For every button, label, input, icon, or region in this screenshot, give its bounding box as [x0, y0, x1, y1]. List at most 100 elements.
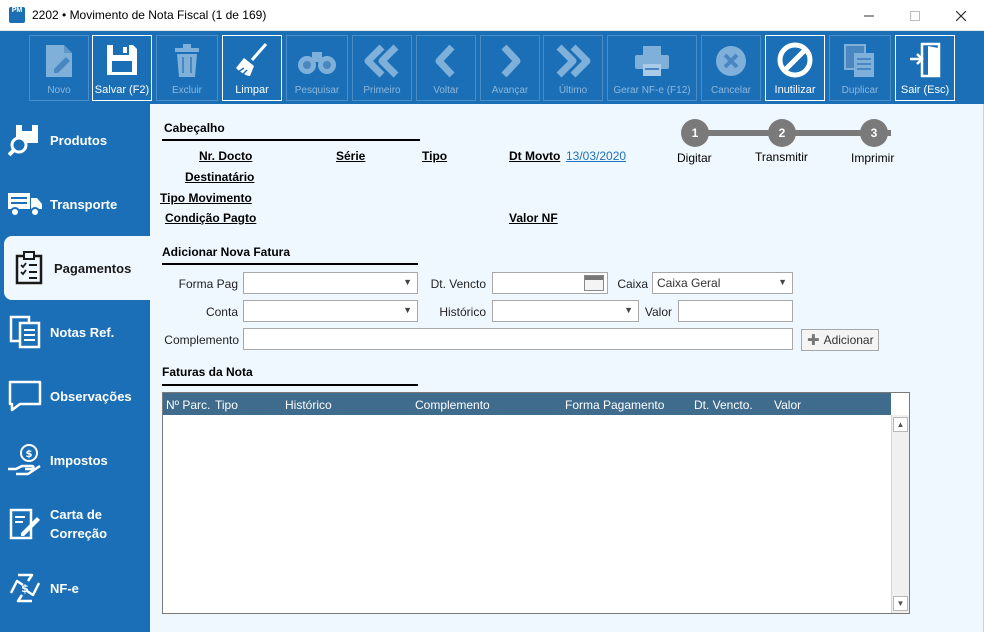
destinatario-label: Destinatário: [185, 170, 255, 184]
floppy-save-icon: [93, 36, 151, 84]
sidebar-item-observacoes[interactable]: Observações: [0, 364, 150, 428]
search-button[interactable]: Pesquisar: [286, 35, 348, 101]
duplicate-icon: [830, 36, 890, 85]
dt-movto-label: Dt Movto: [509, 149, 561, 163]
column-header-historico[interactable]: Histórico: [285, 398, 332, 412]
step-2-label: Transmitir: [755, 150, 808, 164]
column-header-tipo[interactable]: Tipo: [215, 398, 238, 412]
chevron-down-icon: ▼: [403, 277, 412, 287]
nfe-recycle-icon: $: [0, 571, 50, 605]
plus-icon: ✚: [807, 332, 820, 349]
faturas-table[interactable]: Nº Parc. Tipo Histórico Complemento Form…: [162, 392, 910, 614]
step-1-label: Digitar: [677, 151, 712, 165]
complemento-field[interactable]: [243, 328, 793, 350]
sidebar-item-nfe[interactable]: $ NF-e: [0, 556, 150, 620]
valor-field[interactable]: [678, 300, 793, 322]
minimize-icon: [864, 15, 874, 16]
money-hand-icon: $: [0, 443, 50, 477]
complemento-label: Complemento: [164, 333, 239, 347]
speech-bubble-icon: [0, 380, 50, 412]
chevron-down-icon: ▼: [778, 277, 787, 287]
delete-button[interactable]: Excluir: [156, 35, 218, 101]
step-1-circle: 1: [681, 119, 709, 147]
new-button[interactable]: Novo: [29, 35, 89, 101]
previous-icon: [417, 36, 475, 85]
sidebar-item-carta-correcao[interactable]: Carta de Correção: [0, 492, 150, 556]
valor-label: Valor: [644, 305, 672, 319]
minimize-button[interactable]: [846, 0, 892, 31]
nr-docto-label: Nr. Docto: [199, 149, 253, 163]
sidebar-item-transporte[interactable]: Transporte: [0, 172, 150, 236]
clear-button[interactable]: Limpar: [222, 35, 282, 101]
svg-text:$: $: [21, 582, 29, 595]
chevron-down-icon: ▼: [403, 305, 412, 315]
step-3-label: Imprimir: [851, 151, 895, 165]
valor-nf-label: Valor NF: [509, 211, 558, 225]
sidebar-item-produtos[interactable]: Produtos: [0, 108, 150, 172]
exit-door-icon: [896, 36, 954, 84]
table-vertical-scrollbar[interactable]: ▲ ▼: [891, 415, 909, 613]
exit-button[interactable]: Sair (Esc): [895, 35, 955, 101]
forma-pag-select[interactable]: ▼: [243, 272, 418, 294]
save-button[interactable]: Salvar (F2): [92, 35, 152, 101]
next-button[interactable]: Avançar: [480, 35, 540, 101]
faturas-table-header: Nº Parc. Tipo Histórico Complemento Form…: [163, 393, 871, 415]
duplicate-button[interactable]: Duplicar: [829, 35, 891, 101]
toolbar: Novo Salvar (F2) Excluir Limpar Pesquisa…: [0, 31, 984, 104]
window-title: 2202 • Movimento de Nota Fiscal (1 de 16…: [32, 8, 267, 22]
tipo-label: Tipo: [422, 149, 448, 163]
sidebar: Produtos Transporte Pagamentos Notas Ref…: [0, 104, 150, 632]
sidebar-item-impostos[interactable]: $ Impostos: [0, 428, 150, 492]
first-icon: [353, 36, 411, 85]
dt-vencto-field[interactable]: [492, 272, 608, 294]
app-logo-icon: PM: [9, 7, 25, 23]
add-fatura-button[interactable]: ✚ Adicionar: [801, 329, 879, 351]
historico-select[interactable]: ▼: [492, 300, 639, 322]
scroll-up-icon[interactable]: ▲: [893, 417, 908, 432]
next-icon: [481, 36, 539, 85]
cancel-button[interactable]: Cancelar: [701, 35, 761, 101]
caixa-label: Caixa: [617, 277, 648, 291]
faturas-section-title: Faturas da Nota: [162, 365, 253, 379]
previous-button[interactable]: Voltar: [416, 35, 476, 101]
svg-text:$: $: [26, 449, 33, 460]
clipboard-checklist-icon: [4, 251, 54, 285]
maximize-button[interactable]: [892, 0, 938, 31]
condicao-pagto-label: Condição Pagto: [165, 211, 257, 225]
invalidate-button[interactable]: Inutilizar: [765, 35, 825, 101]
edit-document-icon: [0, 507, 50, 541]
last-record-button[interactable]: Último: [543, 35, 603, 101]
conta-select[interactable]: ▼: [243, 300, 418, 322]
cancel-icon: [702, 36, 760, 85]
close-button[interactable]: [938, 0, 984, 31]
prohibited-icon: [766, 36, 824, 84]
column-header-nr-parc[interactable]: Nº Parc.: [166, 398, 210, 412]
chevron-down-icon: ▼: [624, 305, 633, 315]
calendar-icon[interactable]: [584, 275, 604, 291]
column-header-valor[interactable]: Valor: [774, 398, 801, 412]
trash-icon: [157, 36, 217, 85]
fatura-section-divider: [162, 263, 418, 265]
sidebar-item-pagamentos[interactable]: Pagamentos: [4, 236, 150, 300]
scroll-down-icon[interactable]: ▼: [893, 596, 908, 611]
dt-movto-value: 13/03/2020: [566, 149, 627, 163]
dt-vencto-label: Dt. Vencto: [430, 277, 486, 291]
fatura-section-title: Adicionar Nova Fatura: [162, 245, 291, 259]
first-record-button[interactable]: Primeiro: [352, 35, 412, 101]
header-section-divider: [162, 139, 420, 141]
generate-nfe-button[interactable]: Gerar NF-e (F12): [607, 35, 697, 101]
header-section-title: Cabeçalho: [164, 121, 225, 135]
historico-label: Histórico: [439, 305, 486, 319]
column-header-dt-vencto[interactable]: Dt. Vencto.: [694, 398, 753, 412]
binoculars-icon: [287, 36, 347, 85]
sidebar-item-notas-ref[interactable]: Notas Ref.: [0, 300, 150, 364]
column-header-complemento[interactable]: Complemento: [415, 398, 490, 412]
main-panel: Cabeçalho Nr. Docto Série Tipo Dt Movto …: [150, 104, 984, 632]
maximize-icon: [910, 10, 920, 21]
conta-label: Conta: [205, 305, 238, 319]
documents-icon: [0, 315, 50, 349]
tipo-movimento-label: Tipo Movimento: [160, 191, 252, 205]
caixa-select[interactable]: Caixa Geral ▼: [652, 272, 793, 294]
column-header-forma-pagamento[interactable]: Forma Pagamento: [565, 398, 664, 412]
new-document-icon: [30, 36, 88, 85]
